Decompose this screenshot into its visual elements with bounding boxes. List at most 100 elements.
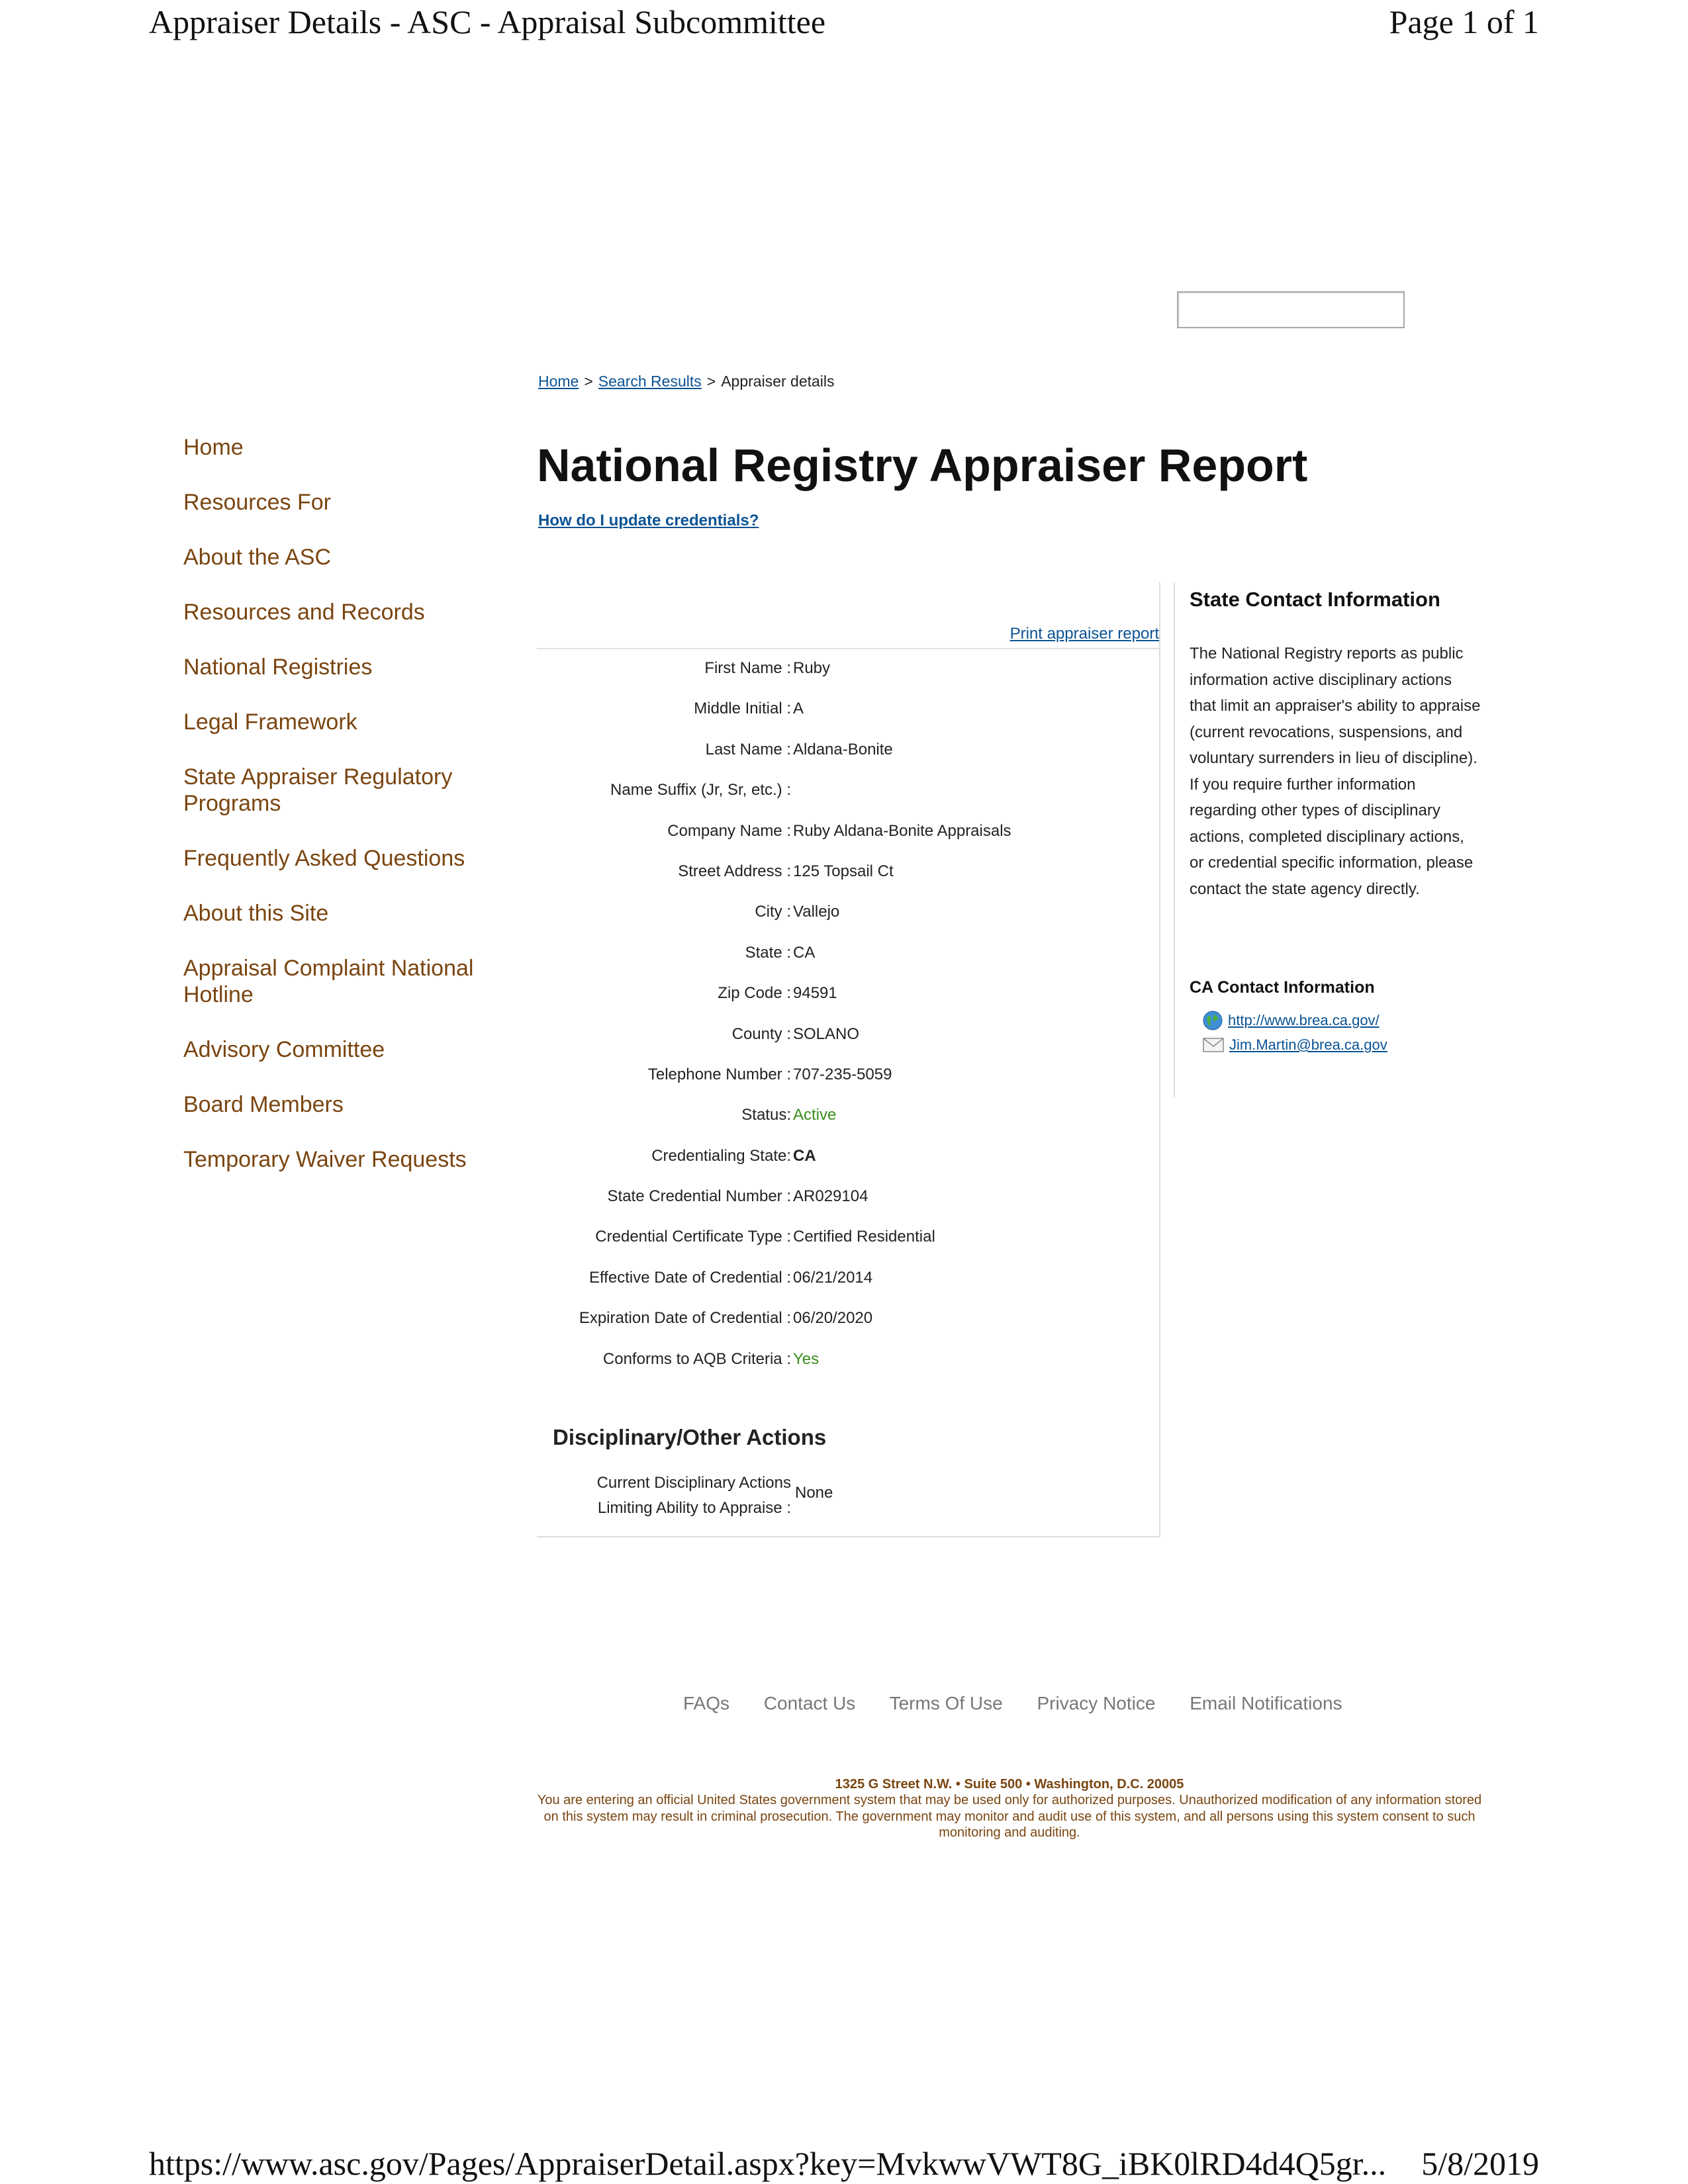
print-header-title: Appraiser Details - ASC - Appraisal Subc…: [149, 3, 826, 40]
breadcrumb-search-results-link[interactable]: Search Results: [598, 373, 702, 390]
ca-contact-heading: CA Contact Information: [1190, 978, 1375, 997]
footer-link-faqs[interactable]: FAQs: [683, 1693, 729, 1713]
field-row-expiration-date: Expiration Date of Credential : 06/20/20…: [537, 1309, 1159, 1349]
field-value: Ruby: [793, 659, 831, 677]
nav-item-board-members[interactable]: Board Members: [183, 1091, 501, 1118]
field-value: 707-235-5059: [793, 1065, 892, 1083]
breadcrumb: Home > Search Results > Appraiser details: [538, 373, 835, 390]
nav-item-resources-and-records[interactable]: Resources and Records: [183, 599, 501, 625]
field-row-aqb-criteria: Conforms to AQB Criteria : Yes: [537, 1350, 1159, 1390]
left-nav: Home Resources For About the ASC Resourc…: [183, 434, 501, 1201]
field-value: Certified Residential: [793, 1228, 935, 1246]
print-footer-date: 5/8/2019: [1421, 2145, 1539, 2182]
field-row-status: Status: Active: [537, 1106, 1159, 1146]
nav-item-about-the-asc[interactable]: About the ASC: [183, 544, 501, 570]
field-row-street-address: Street Address : 125 Topsail Ct: [537, 862, 1159, 903]
nav-item-appraisal-complaint-national-hotline[interactable]: Appraisal Complaint National Hotline: [183, 955, 501, 1008]
field-row-city: City : Vallejo: [537, 903, 1159, 943]
breadcrumb-separator: >: [584, 373, 593, 390]
field-row-zip-code: Zip Code : 94591: [537, 984, 1159, 1024]
ca-website-row: http://www.brea.ca.gov/: [1203, 1011, 1380, 1030]
field-label: Telephone Number :: [647, 1065, 791, 1083]
footer-legal-notice: You are entering an official United Stat…: [537, 1793, 1482, 1840]
footer-link-email-notifications[interactable]: Email Notifications: [1190, 1693, 1342, 1713]
field-row-company-name: Company Name : Ruby Aldana-Bonite Apprai…: [537, 822, 1159, 862]
appraiser-fields: First Name : Ruby Middle Initial : A Las…: [537, 659, 1159, 1390]
field-row-effective-date: Effective Date of Credential : 06/21/201…: [537, 1269, 1159, 1309]
field-row-first-name: First Name : Ruby: [537, 659, 1159, 700]
field-row-name-suffix: Name Suffix (Jr, Sr, etc.) :: [537, 781, 1159, 821]
field-row-middle-initial: Middle Initial : A: [537, 700, 1159, 740]
ca-email-link[interactable]: Jim.Martin@brea.ca.gov: [1229, 1036, 1387, 1054]
field-label: Company Name :: [667, 821, 791, 840]
globe-icon: [1203, 1011, 1223, 1030]
field-label: Status:: [741, 1106, 791, 1124]
aqb-value: Yes: [793, 1349, 820, 1368]
print-header-page: Page 1 of 1: [1389, 3, 1539, 40]
field-label: Last Name :: [705, 740, 791, 758]
field-label: Conforms to AQB Criteria :: [602, 1349, 791, 1368]
field-value: 94591: [793, 984, 837, 1003]
footer-link-terms-of-use[interactable]: Terms Of Use: [890, 1693, 1003, 1713]
field-value: AR029104: [793, 1187, 868, 1206]
field-label: First Name :: [704, 659, 791, 677]
field-label: Expiration Date of Credential :: [579, 1309, 791, 1328]
footer-link-contact-us[interactable]: Contact Us: [764, 1693, 856, 1713]
breadcrumb-home-link[interactable]: Home: [538, 373, 579, 390]
search-input[interactable]: [1177, 291, 1405, 328]
field-row-state: State : CA: [537, 944, 1159, 984]
field-label: Name Suffix (Jr, Sr, etc.) :: [610, 781, 791, 799]
state-contact-panel: State Contact Information The National R…: [1174, 582, 1481, 1097]
breadcrumb-current: Appraiser details: [721, 373, 835, 390]
disciplinary-value: None: [795, 1484, 833, 1502]
field-label: Credentialing State:: [651, 1146, 791, 1165]
divider: [537, 648, 1159, 649]
disciplinary-label-line: Current Disciplinary Actions: [596, 1474, 791, 1492]
status-value: Active: [793, 1106, 837, 1124]
disciplinary-label: Current Disciplinary Actions Limiting Ab…: [597, 1471, 791, 1521]
field-row-last-name: Last Name : Aldana-Bonite: [537, 741, 1159, 781]
footer-address: 1325 G Street N.W. • Suite 500 • Washing…: [835, 1777, 1184, 1792]
field-row-credential-certificate-type: Credential Certificate Type : Certified …: [537, 1228, 1159, 1268]
nav-item-national-registries[interactable]: National Registries: [183, 654, 501, 680]
mail-icon: [1203, 1037, 1224, 1053]
field-label: State :: [745, 943, 791, 962]
nav-item-resources-for[interactable]: Resources For: [183, 489, 501, 516]
ca-website-link[interactable]: http://www.brea.ca.gov/: [1228, 1012, 1380, 1029]
print-report-link[interactable]: Print appraiser report: [1010, 625, 1159, 643]
nav-item-home[interactable]: Home: [183, 434, 501, 461]
field-value: Aldana-Bonite: [793, 740, 893, 758]
field-value: A: [793, 700, 804, 718]
field-label: State Credential Number :: [607, 1187, 791, 1206]
appraiser-report-panel: Print appraiser report First Name : Ruby…: [537, 582, 1160, 1537]
disciplinary-label-line: Limiting Ability to Appraise :: [597, 1499, 791, 1517]
update-credentials-link[interactable]: How do I update credentials?: [538, 512, 759, 530]
field-value: CA: [793, 943, 816, 962]
field-label: County :: [731, 1024, 791, 1043]
nav-item-state-appraiser-regulatory-programs[interactable]: State Appraiser Regulatory Programs: [183, 764, 501, 817]
nav-item-about-this-site[interactable]: About this Site: [183, 900, 501, 927]
print-footer-url: https://www.asc.gov/Pages/AppraiserDetai…: [149, 2145, 1387, 2182]
nav-item-advisory-committee[interactable]: Advisory Committee: [183, 1036, 501, 1063]
field-row-county: County : SOLANO: [537, 1025, 1159, 1066]
field-row-state-credential-number: State Credential Number : AR029104: [537, 1187, 1159, 1228]
field-label: Middle Initial :: [694, 700, 791, 718]
footer-links: FAQs Contact Us Terms Of Use Privacy Not…: [683, 1693, 1372, 1714]
nav-item-legal-framework[interactable]: Legal Framework: [183, 709, 501, 735]
field-value: Vallejo: [793, 903, 840, 921]
field-label: Street Address :: [678, 862, 791, 880]
state-contact-heading: State Contact Information: [1190, 588, 1440, 611]
page-title: National Registry Appraiser Report: [537, 439, 1308, 491]
field-value: Ruby Aldana-Bonite Appraisals: [793, 821, 1011, 840]
state-contact-text: The National Registry reports as public …: [1190, 645, 1481, 898]
nav-item-temporary-waiver-requests[interactable]: Temporary Waiver Requests: [183, 1146, 501, 1173]
disciplinary-heading: Disciplinary/Other Actions: [553, 1425, 827, 1449]
breadcrumb-separator: >: [706, 373, 716, 390]
footer-link-privacy-notice[interactable]: Privacy Notice: [1037, 1693, 1156, 1713]
nav-item-frequently-asked-questions[interactable]: Frequently Asked Questions: [183, 845, 501, 872]
field-label: Credential Certificate Type :: [595, 1228, 791, 1246]
field-label: City :: [755, 903, 791, 921]
field-value: 06/20/2020: [793, 1309, 873, 1328]
field-label: Effective Date of Credential :: [588, 1268, 791, 1287]
field-value: 06/21/2014: [793, 1268, 873, 1287]
